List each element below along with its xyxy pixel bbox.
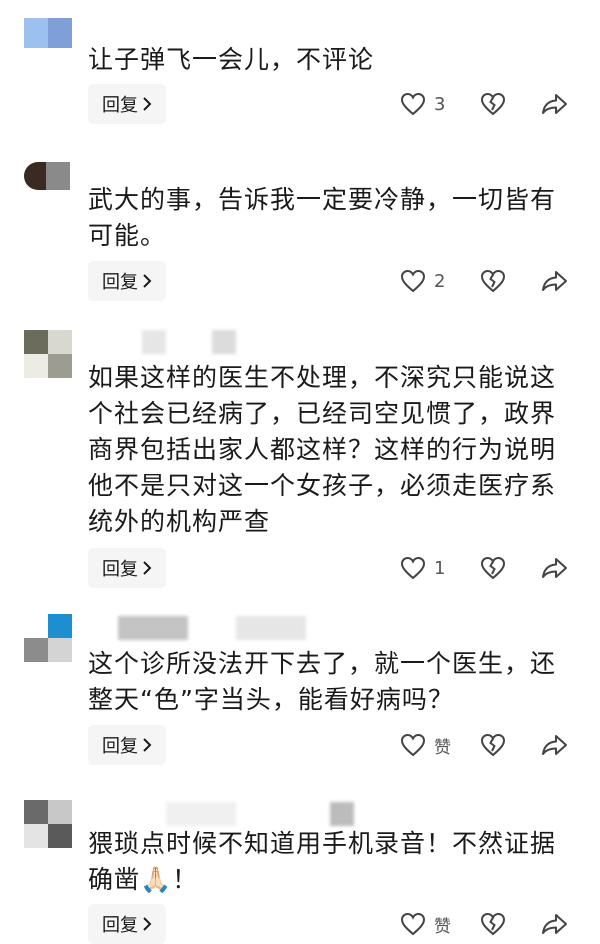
dislike-button[interactable]	[480, 269, 540, 293]
broken-heart-icon	[480, 269, 506, 293]
like-label: 赞	[434, 916, 451, 937]
reply-button[interactable]: 回复	[88, 548, 166, 588]
heart-icon	[400, 92, 426, 116]
avatar[interactable]	[24, 800, 72, 848]
avatar-pixel	[24, 354, 48, 378]
avatar-pixel	[48, 330, 72, 354]
avatar[interactable]	[24, 162, 72, 190]
avatar-pixel	[48, 638, 72, 662]
avatar[interactable]	[24, 330, 72, 378]
dislike-button[interactable]	[480, 92, 540, 116]
reply-button[interactable]: 回复	[88, 725, 166, 765]
reply-button[interactable]: 回复	[88, 904, 166, 944]
avatar-pixel	[24, 614, 48, 638]
dislike-button[interactable]	[480, 556, 540, 580]
share-button[interactable]	[540, 912, 580, 936]
avatar-pixel	[24, 162, 46, 190]
avatar-pixel	[48, 18, 72, 48]
comment-text: 猥琐点时候不知道用手机录音！不然证据确凿🙏🏻！	[88, 829, 557, 894]
comment-actions: 2	[400, 261, 580, 301]
reply-label: 回复	[102, 272, 138, 293]
share-arrow-icon	[540, 912, 568, 936]
broken-heart-icon	[480, 733, 506, 757]
share-button[interactable]	[540, 269, 580, 293]
avatar-pixel	[48, 354, 72, 378]
chevron-right-icon	[142, 97, 152, 111]
comment-actions: 3	[400, 84, 580, 124]
broken-heart-icon	[480, 92, 506, 116]
reply-button[interactable]: 回复	[88, 84, 166, 124]
heart-icon	[400, 269, 426, 293]
avatar-pixel	[24, 638, 48, 662]
share-arrow-icon	[540, 556, 568, 580]
username-redacted	[142, 330, 166, 354]
broken-heart-icon	[480, 556, 506, 580]
share-button[interactable]	[540, 556, 580, 580]
username-redacted	[166, 802, 236, 826]
heart-icon	[400, 556, 426, 580]
username-redacted	[236, 616, 306, 640]
dislike-button[interactable]	[480, 733, 540, 757]
chevron-right-icon	[142, 561, 152, 575]
like-button[interactable]: 3	[400, 92, 470, 116]
avatar-pixel	[48, 824, 72, 848]
comment-actions: 赞	[400, 904, 580, 944]
reply-label: 回复	[102, 95, 138, 116]
reply-label: 回复	[102, 915, 138, 936]
comment-actions: 赞	[400, 725, 580, 765]
like-button[interactable]: 赞	[400, 733, 470, 758]
avatar-pixel	[46, 162, 70, 190]
username-redacted	[330, 802, 354, 826]
like-button[interactable]: 赞	[400, 912, 470, 937]
avatar-pixel	[24, 330, 48, 354]
comment-actions: 1	[400, 548, 580, 588]
like-count: 1	[434, 557, 446, 579]
avatar-pixel	[24, 18, 48, 48]
heart-icon	[400, 912, 426, 936]
share-arrow-icon	[540, 733, 568, 757]
avatar[interactable]	[24, 18, 72, 48]
broken-heart-icon	[480, 912, 506, 936]
avatar-pixel	[48, 614, 72, 638]
reply-label: 回复	[102, 559, 138, 580]
comment-text: 武大的事，告诉我一定要冷静，一切皆有可能。	[88, 185, 557, 250]
share-arrow-icon	[540, 92, 568, 116]
avatar[interactable]	[24, 614, 72, 662]
heart-icon	[400, 733, 426, 757]
like-button[interactable]: 2	[400, 269, 470, 293]
chevron-right-icon	[142, 274, 152, 288]
like-button[interactable]: 1	[400, 556, 470, 580]
avatar-pixel	[48, 800, 72, 824]
avatar-pixel	[24, 824, 48, 848]
reply-button[interactable]: 回复	[88, 261, 166, 301]
comment-text: 这个诊所没法开下去了，就一个医生，还整天“色”字当头，能看好病吗？	[88, 649, 557, 714]
comment-text: 如果这样的医生不处理，不深究只能说这个社会已经病了，已经司空见惯了，政界商界包括…	[88, 363, 557, 536]
reply-label: 回复	[102, 736, 138, 757]
like-label: 赞	[434, 737, 451, 758]
username-redacted	[118, 616, 188, 640]
dislike-button[interactable]	[480, 912, 540, 936]
share-arrow-icon	[540, 269, 568, 293]
chevron-right-icon	[142, 738, 152, 752]
comment-text: 让子弹飞一会儿，不评论	[88, 45, 375, 74]
share-button[interactable]	[540, 733, 580, 757]
share-button[interactable]	[540, 92, 580, 116]
like-count: 3	[434, 93, 446, 115]
username-redacted	[212, 330, 236, 354]
like-count: 2	[434, 270, 446, 292]
avatar-pixel	[24, 800, 48, 824]
